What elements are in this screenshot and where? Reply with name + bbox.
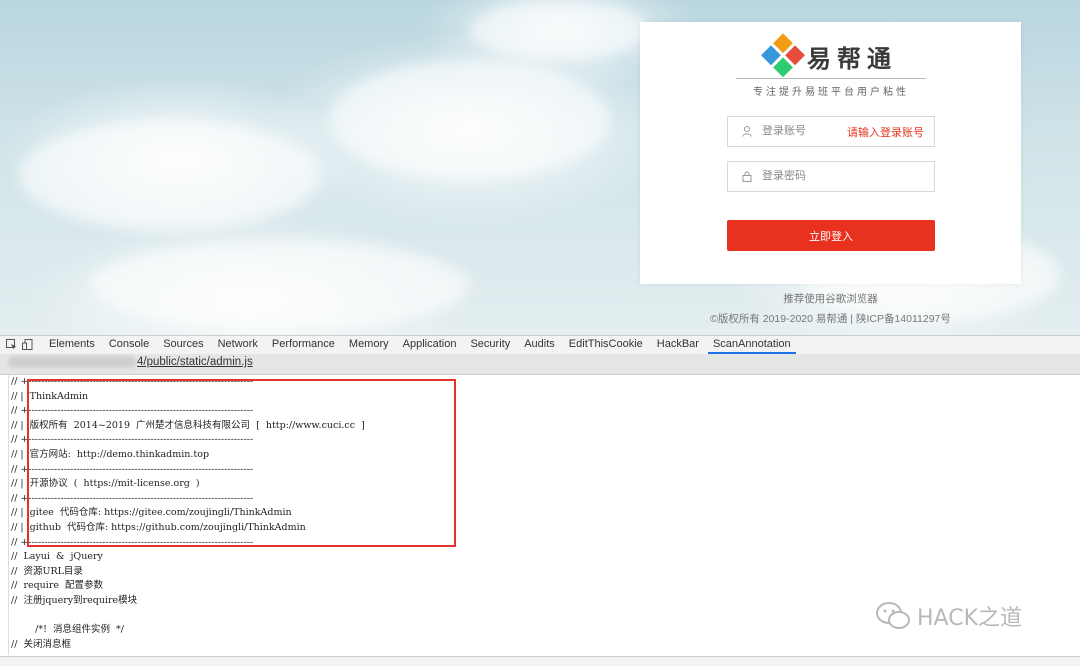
code-line: // require 配置参数 xyxy=(11,580,104,592)
tab-security[interactable]: Security xyxy=(465,336,515,354)
login-button[interactable]: 立即登入 xyxy=(727,220,935,251)
redacted-host xyxy=(8,356,136,368)
source-file-tab[interactable]: 4/public/static/admin.js xyxy=(8,356,261,372)
brand-logo-icon xyxy=(760,33,805,78)
watermark-text: HACK之道 xyxy=(917,606,1022,631)
tab-application[interactable]: Application xyxy=(398,336,462,354)
code-line: // 关闭消息框 xyxy=(11,638,71,650)
cloud xyxy=(470,0,650,60)
login-footer: 推荐使用谷歌浏览器 ©版权所有 2019-2020 易帮通 | 陕ICP备140… xyxy=(640,289,1021,329)
code-line: // Layui & jQuery xyxy=(11,551,103,563)
watermark: HACK之道 xyxy=(875,600,1022,632)
highlight-box xyxy=(27,379,456,547)
tab-console[interactable]: Console xyxy=(104,336,154,354)
brand-slogan: 专注提升易班平台用户粘性 xyxy=(736,78,926,98)
password-input[interactable] xyxy=(762,166,922,186)
tab-sources[interactable]: Sources xyxy=(158,336,208,354)
tab-network[interactable]: Network xyxy=(213,336,263,354)
browser-recommendation: 推荐使用谷歌浏览器 xyxy=(783,293,878,305)
password-field[interactable] xyxy=(727,161,935,192)
source-file-path: 4/public/static/admin.js xyxy=(137,356,253,369)
inspect-element-icon[interactable] xyxy=(6,339,17,350)
login-card: 易帮通 专注提升易班平台用户粘性 请输入登录账号 立即登入 xyxy=(640,22,1021,284)
cloud xyxy=(20,120,320,230)
tab-scanannotation[interactable]: ScanAnnotation xyxy=(707,336,796,354)
tab-memory[interactable]: Memory xyxy=(344,336,394,354)
lock-icon xyxy=(742,171,752,182)
source-file-bar: 4/public/static/admin.js xyxy=(0,354,1080,375)
tab-elements[interactable]: Elements xyxy=(44,336,100,354)
copyright-text: ©版权所有 2019-2020 易帮通 | 陕ICP备14011297号 xyxy=(710,313,951,325)
tab-audits[interactable]: Audits xyxy=(519,336,560,354)
device-toolbar-icon[interactable] xyxy=(22,339,33,350)
devtools-tab-bar: Elements Console Sources Network Perform… xyxy=(0,335,1080,355)
brand: 易帮通 xyxy=(761,33,897,78)
tab-performance[interactable]: Performance xyxy=(267,336,340,354)
code-line: /*! 消息组件实例 */ xyxy=(11,624,124,636)
account-error-message: 请输入登录账号 xyxy=(847,127,924,139)
code-line: // 注册jquery到require模块 xyxy=(11,595,138,606)
login-page-background: 易帮通 专注提升易班平台用户粘性 请输入登录账号 立即登入 推荐使用谷歌浏览器 … xyxy=(0,0,1080,335)
cloud xyxy=(90,240,470,330)
brand-name: 易帮通 xyxy=(807,43,897,73)
tab-editthiscookie[interactable]: EditThisCookie xyxy=(564,336,648,354)
user-icon xyxy=(742,126,752,137)
tab-hackbar[interactable]: HackBar xyxy=(652,336,704,354)
wechat-icon xyxy=(876,602,910,629)
devtools-tabs: Elements Console Sources Network Perform… xyxy=(44,336,800,354)
cloud xyxy=(330,60,610,180)
code-line: // 资源URL目录 xyxy=(11,565,83,577)
account-field[interactable]: 请输入登录账号 xyxy=(727,116,935,147)
